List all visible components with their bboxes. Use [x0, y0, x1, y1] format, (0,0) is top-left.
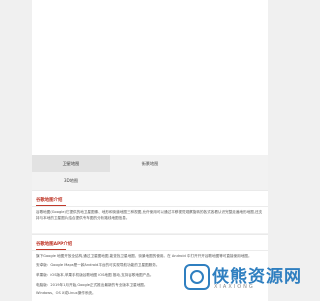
google-map-intro-card: 谷歌地图介绍 谷歌地图(Google)它提供的地卫星图像、地形和街道地图三种视图… — [32, 190, 268, 233]
map-type-tabs: 卫星地图 街景地图 3D地图 — [32, 155, 268, 189]
tab-street-view[interactable]: 街景地图 — [111, 155, 189, 172]
map-hero-area — [32, 0, 268, 155]
section-title: 谷歌地图APP介绍 — [36, 242, 73, 247]
divider — [32, 206, 268, 207]
intro-text: 谷歌地图(Google)它提供的地卫星图像、地形和街道地图三种视图,允许使用可以… — [36, 210, 263, 220]
page-container: 卫星地图 街景地图 3D地图 谷歌地图介绍 谷歌地图(Google)它提供的地卫… — [32, 0, 268, 301]
section-title: 谷歌地图介绍 — [36, 198, 63, 203]
app-intro-text: 旗下Google 地图开放全结构,通过卫星图地图,能查找卫星地图、街景地图的使用… — [36, 254, 252, 258]
site-watermark: 侠熊资源网 XIAXIONG — [184, 262, 301, 300]
watermark-logo-icon — [184, 264, 210, 290]
divider — [32, 250, 268, 251]
watermark-subtext: XIAXIONG — [214, 284, 255, 290]
tab-satellite[interactable]: 卫星地图 — [32, 155, 110, 172]
tab-3d[interactable]: 3D地图 — [32, 172, 110, 189]
